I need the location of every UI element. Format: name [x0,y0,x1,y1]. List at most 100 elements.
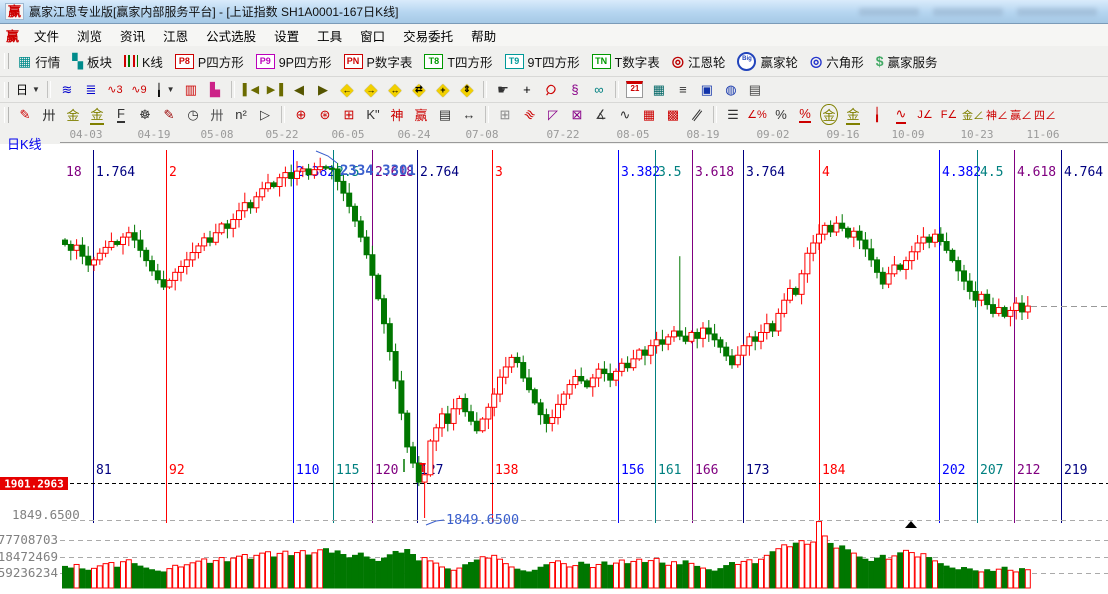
parallel-lines-tool[interactable]: ∥ [685,105,709,124]
zoom-button[interactable]: Ϙ [539,80,563,99]
shift-left-button[interactable]: ◆← [335,80,359,99]
frame-tool[interactable]: ⊞ [493,105,517,124]
quotes-button[interactable]: ▦行情 [13,50,67,73]
color-chart-icon[interactable]: ▙ [203,80,227,99]
menu-item-6[interactable]: 设置 [265,24,308,47]
magic-tool-button[interactable]: § [563,80,587,99]
expand-horizontal-button[interactable]: ◆↔ [383,80,407,99]
shen-angle-tool[interactable]: 神∠ [985,105,1009,124]
candle-body [68,244,73,250]
toolbar-grip[interactable] [4,53,9,69]
wave-channel-tool[interactable]: ∿ [889,105,913,124]
gold-ratio-grid2-tool[interactable]: 金 [85,105,109,124]
si-angle-tool[interactable]: 四∠ [1033,105,1057,124]
cross-box-tool[interactable]: ⊠ [565,105,589,124]
time-circle-tool[interactable]: ◷ [181,105,205,124]
winner-wheel-button[interactable]: Big赢家轮 [732,50,805,73]
first-bar-button[interactable]: ▌◀ [239,80,263,99]
gold-circle-tool[interactable]: 金 [817,105,841,124]
candle-mark-tool[interactable]: ╽ [865,105,889,124]
circle-cross-tool[interactable]: ⊕ [289,105,313,124]
toolbar-grip[interactable] [4,107,9,123]
calculator-button[interactable]: ▦ [647,80,671,99]
ruler-123-tool[interactable]: ▤ [433,105,457,124]
period-day-button[interactable]: 日▼ [13,80,43,99]
menu-item-4[interactable]: 江恩 [154,24,197,47]
sectors-button[interactable]: ▚板块 [67,50,119,73]
save-button[interactable]: ▣ [695,80,719,99]
gann-time-grid-tool[interactable]: 卅 [37,105,61,124]
wave-3-icon[interactable]: ∿3 [103,80,127,99]
shen-grid-tool[interactable]: 神 [385,105,409,124]
wave-9-icon[interactable]: ∿9 [127,80,151,99]
binoculars-button[interactable]: ∞ [587,80,611,99]
kline-chart[interactable]: 181.764812922.3821102.51152.6181202.7641… [0,145,1108,589]
zoom-all-button[interactable]: ◆+ [431,80,455,99]
k-quote-tool[interactable]: K" [361,105,385,124]
p-number-table-button[interactable]: PNP数字表 [339,50,420,73]
last-bar-button[interactable]: ▶▐ [263,80,287,99]
menu-item-7[interactable]: 工具 [308,24,351,47]
grid-chart-tool[interactable]: ▩ [661,105,685,124]
winner-service-button[interactable]: $赢家服务 [871,50,945,73]
j-angle-tool[interactable]: J∠ [913,105,937,124]
menu-item-5[interactable]: 公式选股 [197,24,265,47]
knife-tool[interactable]: ✎ [157,105,181,124]
overview-window-icon[interactable]: ≋ [55,80,79,99]
radial-web-tool[interactable]: ⊛ [313,105,337,124]
menu-item-10[interactable]: 帮助 [462,24,505,47]
candle-style-button[interactable]: ╽▼ [151,80,179,99]
pattern-icon[interactable]: ▥ [179,80,203,99]
gann-wheel-button[interactable]: ◎江恩轮 [667,50,733,73]
percent-angle-tool[interactable]: ∠% [745,105,769,124]
t-number-table-button[interactable]: TNT数字表 [587,50,667,73]
square-web-tool[interactable]: ⊞ [337,105,361,124]
spiral-tool[interactable]: ☸ [133,105,157,124]
date-tick-09-02: 09-02 [756,128,789,141]
hexagon-button[interactable]: ◎六角形 [805,50,871,73]
crosshair-button[interactable]: + [515,80,539,99]
menu-item-8[interactable]: 窗口 [351,24,394,47]
gold-lines-tool[interactable]: 金 [841,105,865,124]
time-ruler-tool[interactable]: 卅 [205,105,229,124]
p-square-button[interactable]: P8P四方形 [170,50,251,73]
print-button[interactable]: ▤ [743,80,767,99]
menu-item-3[interactable]: 资讯 [111,24,154,47]
price-levels-tool[interactable]: ☰ [721,105,745,124]
notes-button[interactable]: ≡ [671,80,695,99]
shift-right-button[interactable]: ◆→ [359,80,383,99]
ying-grid-tool[interactable]: 赢 [409,105,433,124]
toolbar-grip[interactable] [4,82,9,98]
prev-bar-button[interactable]: ◀ [287,80,311,99]
f-angle-tool[interactable]: F∠ [937,105,961,124]
gold-angle-tool[interactable]: 金∠ [961,105,985,124]
info-panel-icon[interactable]: ≣ [79,80,103,99]
fibonacci-grid-tool[interactable]: F [109,105,133,124]
ying-angle-tool[interactable]: 赢∠ [1009,105,1033,124]
gold-ratio-grid-tool[interactable]: 金 [61,105,85,124]
percent-lines-tool[interactable]: % [793,105,817,124]
menu-item-2[interactable]: 浏览 [68,24,111,47]
compress-horizontal-button[interactable]: ◆⇄ [407,80,431,99]
fan-box-tool[interactable]: ◸ [541,105,565,124]
9p-square-button[interactable]: P99P四方形 [251,50,339,73]
calendar-button[interactable]: 21 [623,80,647,99]
fan-lines-tool[interactable]: ≋ [517,105,541,124]
kline-button[interactable]: K线 [119,50,170,73]
percent-tool[interactable]: % [769,105,793,124]
angle-lines-tool[interactable]: ∡ [589,105,613,124]
menu-item-9[interactable]: 交易委托 [394,24,462,47]
menu-item-1[interactable]: 文件 [25,24,68,47]
draw-pen-tool[interactable]: ✎ [13,105,37,124]
9t-square-button[interactable]: T99T四方形 [500,50,587,73]
expand-vertical-button[interactable]: ◆⇕ [455,80,479,99]
angle-flag-tool[interactable]: ▷ [253,105,277,124]
t-square-button[interactable]: T8T四方形 [419,50,499,73]
network-save-button[interactable]: ◍ [719,80,743,99]
width-measure-tool[interactable]: ↔ [457,105,481,124]
pan-hand-button[interactable]: ☛ [491,80,515,99]
wave-tool[interactable]: ∿ [613,105,637,124]
next-bar-button[interactable]: ▶ [311,80,335,99]
n-square-tool[interactable]: n² [229,105,253,124]
grid-dots-tool[interactable]: ▦ [637,105,661,124]
